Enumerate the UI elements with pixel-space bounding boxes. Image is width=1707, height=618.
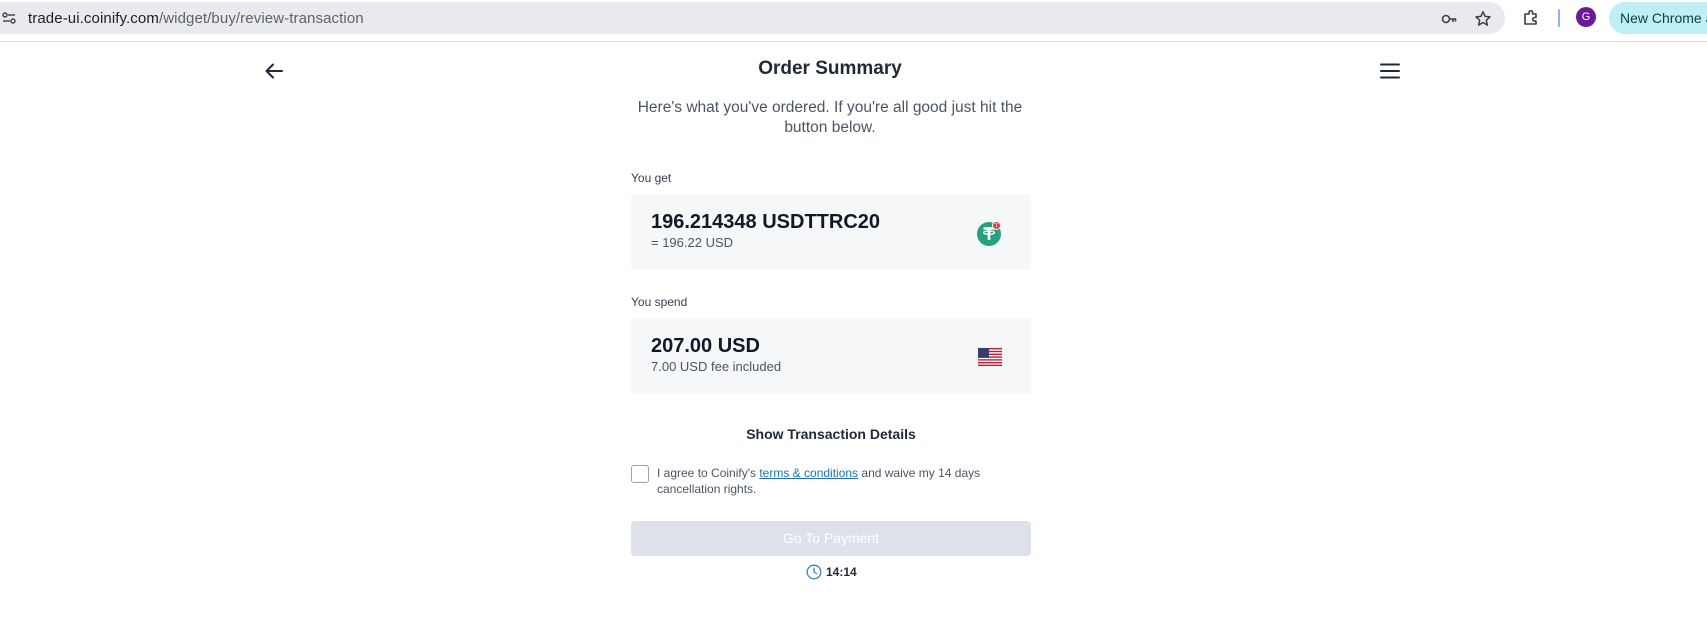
bookmark-star-icon[interactable] bbox=[1474, 10, 1492, 28]
back-arrow-icon[interactable] bbox=[263, 60, 285, 82]
us-flag-icon bbox=[977, 347, 1003, 367]
url-host: trade-ui.coinify.com bbox=[28, 10, 159, 27]
you-spend-card: 207.00 USD 7.00 USD fee included bbox=[631, 318, 1031, 394]
toolbar-divider bbox=[1558, 9, 1560, 27]
terms-checkbox[interactable] bbox=[631, 465, 649, 483]
intro-text: Here's what you've ordered. If you're al… bbox=[637, 99, 1023, 136]
consent-text: I agree to Coinify's terms & conditions … bbox=[657, 465, 997, 497]
timer-value: 14:14 bbox=[826, 565, 857, 579]
go-to-payment-button[interactable]: Go To Payment bbox=[631, 521, 1031, 556]
you-get-card: 196.214348 USDTTRC20 = 196.22 USD T bbox=[631, 194, 1031, 270]
tether-icon: T bbox=[977, 221, 1001, 246]
page-title: Order Summary bbox=[758, 58, 902, 79]
you-get-label: You get bbox=[631, 171, 672, 185]
clock-icon bbox=[806, 564, 822, 580]
browser-toolbar: trade-ui.coinify.com/widget/buy/review-t… bbox=[0, 0, 1707, 42]
spend-amount: 207.00 USD bbox=[651, 335, 760, 357]
address-bar[interactable]: trade-ui.coinify.com/widget/buy/review-t… bbox=[0, 2, 1505, 34]
receive-equivalent: = 196.22 USD bbox=[651, 235, 734, 250]
you-spend-label: You spend bbox=[631, 295, 688, 309]
url-path: /widget/buy/review-transaction bbox=[158, 10, 364, 27]
profile-avatar[interactable]: G bbox=[1576, 7, 1596, 27]
countdown-timer: 14:14 bbox=[806, 564, 857, 580]
terms-conditions-link[interactable]: terms & conditions bbox=[759, 466, 858, 480]
consent-prefix: I agree to Coinify's bbox=[657, 466, 760, 480]
receive-amount: 196.214348 USDTTRC20 bbox=[651, 211, 881, 233]
show-transaction-details-button[interactable]: Show Transaction Details bbox=[681, 426, 981, 442]
url-text[interactable]: trade-ui.coinify.com/widget/buy/review-t… bbox=[28, 10, 364, 27]
svg-text:T: T bbox=[994, 224, 999, 230]
password-key-icon[interactable] bbox=[1440, 10, 1458, 28]
fee-note: 7.00 USD fee included bbox=[651, 359, 782, 374]
new-chrome-chip[interactable]: New Chrome a bbox=[1609, 2, 1707, 34]
hamburger-menu-icon[interactable] bbox=[1379, 60, 1401, 82]
extensions-puzzle-icon[interactable] bbox=[1522, 9, 1540, 27]
site-info-icon[interactable] bbox=[2, 11, 16, 25]
